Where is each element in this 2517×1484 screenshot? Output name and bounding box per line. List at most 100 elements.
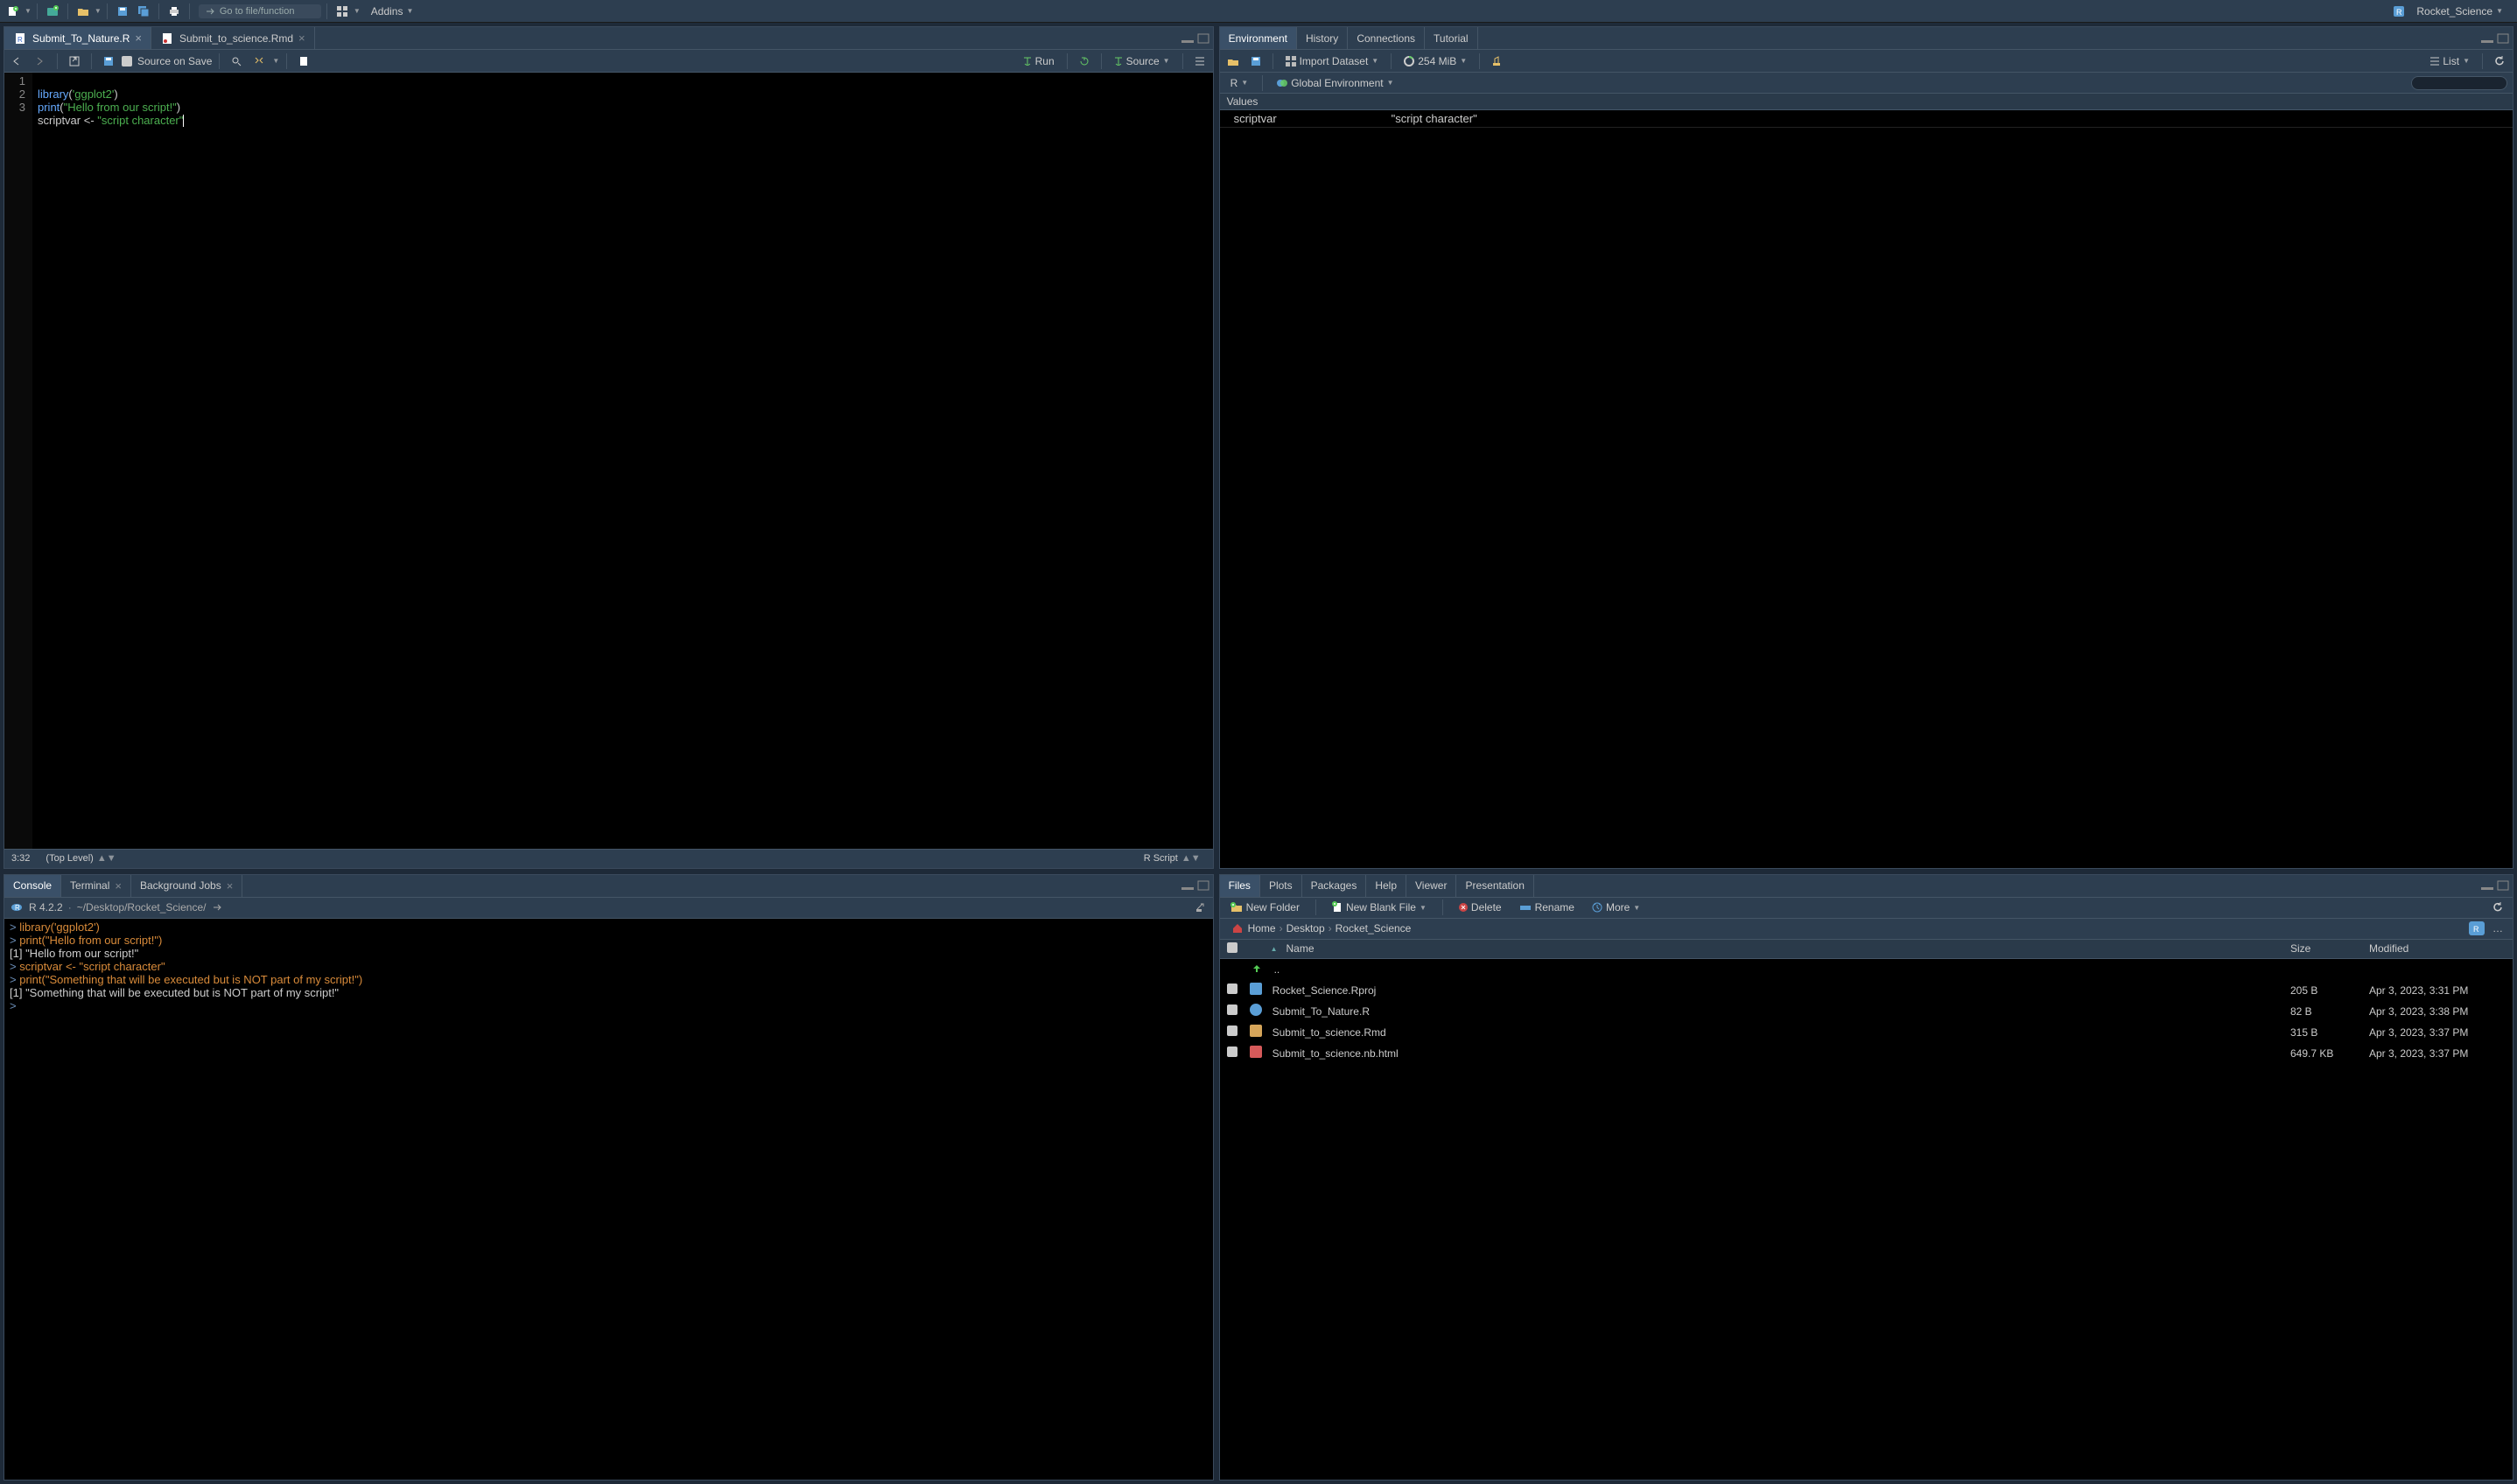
file-row[interactable]: Submit_to_science.nb.html649.7 KBApr 3, … — [1220, 1043, 2513, 1064]
file-checkbox[interactable] — [1227, 1004, 1237, 1015]
tab-history[interactable]: History — [1297, 27, 1348, 49]
save-all-icon[interactable] — [134, 3, 153, 20]
addins-menu[interactable]: Addins▼ — [362, 3, 423, 20]
filetype-selector[interactable]: R Script ▲▼ — [1139, 851, 1206, 865]
find-icon[interactable] — [227, 52, 246, 70]
show-in-new-window-icon[interactable] — [65, 52, 84, 70]
file-name[interactable]: Submit_To_Nature.R — [1273, 1005, 1370, 1018]
outline-icon[interactable] — [1190, 52, 1209, 70]
close-tab-icon[interactable]: × — [135, 32, 142, 45]
breadcrumb-desktop[interactable]: Desktop — [1287, 922, 1325, 934]
tab-submit-to-nature[interactable]: R Submit_To_Nature.R × — [4, 27, 151, 49]
forward-icon[interactable] — [31, 52, 50, 70]
file-checkbox[interactable] — [1227, 1026, 1237, 1036]
back-icon[interactable] — [8, 52, 27, 70]
tab-submit-to-science[interactable]: Submit_to_science.Rmd × — [151, 27, 315, 49]
col-name[interactable]: ▲Name — [1266, 942, 2285, 955]
tab-terminal[interactable]: Terminal× — [61, 875, 131, 897]
goto-file-function[interactable]: Go to file/function — [199, 4, 321, 18]
load-workspace-icon[interactable] — [1223, 52, 1243, 70]
tab-help[interactable]: Help — [1366, 875, 1406, 897]
grid-icon[interactable] — [333, 3, 352, 20]
source-button[interactable]: Source ▼ — [1109, 53, 1175, 69]
save-workspace-icon[interactable] — [1246, 52, 1266, 70]
file-row[interactable]: Rocket_Science.Rproj205 BApr 3, 2023, 3:… — [1220, 980, 2513, 1001]
maximize-pane-icon[interactable] — [2497, 880, 2509, 891]
tab-environment[interactable]: Environment — [1220, 27, 1297, 49]
rename-button[interactable]: Rename — [1514, 900, 1580, 915]
file-row[interactable]: Submit_to_science.Rmd315 BApr 3, 2023, 3… — [1220, 1022, 2513, 1043]
import-dataset-button[interactable]: Import Dataset▼ — [1280, 53, 1385, 69]
tab-tutorial[interactable]: Tutorial — [1425, 27, 1478, 49]
file-row[interactable]: Submit_To_Nature.R82 BApr 3, 2023, 3:38 … — [1220, 1001, 2513, 1022]
save-icon[interactable] — [113, 3, 132, 20]
close-tab-icon[interactable]: × — [227, 879, 234, 892]
minimize-pane-icon[interactable] — [2481, 880, 2493, 891]
memory-usage[interactable]: 254 MiB▼ — [1399, 53, 1472, 69]
panes-caret[interactable]: ▼ — [354, 7, 361, 15]
maximize-pane-icon[interactable] — [1197, 880, 1209, 891]
tab-plots[interactable]: Plots — [1260, 875, 1302, 897]
close-tab-icon[interactable]: × — [298, 32, 305, 45]
code-tools-icon[interactable] — [249, 52, 269, 70]
language-selector[interactable]: R▼ — [1225, 75, 1254, 91]
new-blank-file-button[interactable]: New Blank File▼ — [1327, 900, 1432, 915]
source-on-save-checkbox[interactable] — [122, 56, 132, 66]
run-button[interactable]: Run — [1018, 53, 1060, 69]
minimize-pane-icon[interactable] — [1181, 880, 1194, 891]
minimize-pane-icon[interactable] — [1181, 33, 1194, 44]
tab-presentation[interactable]: Presentation — [1456, 875, 1533, 897]
tab-packages[interactable]: Packages — [1302, 875, 1367, 897]
refresh-files-icon[interactable] — [2488, 899, 2507, 916]
tab-console[interactable]: Console — [4, 875, 61, 897]
select-all-checkbox[interactable] — [1227, 942, 1237, 953]
clear-console-icon[interactable] — [1194, 900, 1208, 914]
new-folder-button[interactable]: New Folder — [1225, 900, 1305, 915]
file-name[interactable]: Submit_to_science.nb.html — [1273, 1047, 1399, 1060]
save-source-icon[interactable] — [99, 52, 118, 70]
open-file-icon[interactable] — [74, 3, 93, 20]
new-file-caret[interactable]: ▼ — [25, 7, 32, 15]
env-search-input[interactable] — [2411, 76, 2507, 90]
console-output[interactable]: > library('ggplot2')> print("Hello from … — [4, 919, 1213, 1480]
maximize-pane-icon[interactable] — [1197, 33, 1209, 44]
tab-connections[interactable]: Connections — [1348, 27, 1425, 49]
more-path-icon[interactable]: … — [2488, 920, 2507, 937]
print-icon[interactable] — [165, 3, 184, 20]
refresh-env-icon[interactable] — [2490, 52, 2509, 70]
wd-popout-icon[interactable] — [211, 900, 225, 914]
close-tab-icon[interactable]: × — [115, 879, 122, 892]
file-checkbox[interactable] — [1227, 1046, 1237, 1057]
parent-directory[interactable]: .. — [1220, 959, 2513, 980]
file-checkbox[interactable] — [1227, 984, 1237, 994]
home-icon[interactable] — [1230, 921, 1244, 935]
breadcrumb-project[interactable]: Rocket_Science — [1336, 922, 1412, 934]
scope-selector[interactable]: Global Environment▼ — [1272, 75, 1399, 91]
scope-selector[interactable]: (Top Level) ▲▼ — [40, 851, 121, 865]
env-view-mode[interactable]: List▼ — [2425, 53, 2475, 69]
clear-objects-icon[interactable] — [1487, 52, 1506, 70]
tab-background-jobs[interactable]: Background Jobs× — [131, 875, 242, 897]
tab-viewer[interactable]: Viewer — [1406, 875, 1456, 897]
file-name[interactable]: Rocket_Science.Rproj — [1273, 984, 1377, 997]
open-recent-caret[interactable]: ▼ — [95, 7, 102, 15]
col-size[interactable]: Size — [2285, 942, 2364, 955]
breadcrumb-home[interactable]: Home — [1248, 922, 1276, 934]
env-variable-row[interactable]: scriptvar"script character" — [1220, 110, 2513, 128]
delete-button[interactable]: Delete — [1454, 900, 1507, 915]
env-search[interactable] — [2411, 76, 2507, 90]
project-menu[interactable]: Rocket_Science▼ — [2411, 4, 2508, 19]
col-modified[interactable]: Modified — [2364, 942, 2513, 955]
new-file-icon[interactable] — [4, 3, 23, 20]
code-editor[interactable]: 123 library('ggplot2') print("Hello from… — [4, 73, 1213, 849]
compile-report-icon[interactable] — [294, 52, 313, 70]
maximize-pane-icon[interactable] — [2497, 33, 2509, 44]
working-directory[interactable]: ~/Desktop/Rocket_Science/ — [77, 901, 207, 914]
more-button[interactable]: More▼ — [1587, 900, 1645, 915]
goto-project-dir-icon[interactable]: R — [2469, 921, 2485, 935]
minimize-pane-icon[interactable] — [2481, 33, 2493, 44]
rerun-icon[interactable] — [1075, 52, 1094, 70]
new-project-icon[interactable] — [43, 3, 62, 20]
tab-files[interactable]: Files — [1220, 875, 1260, 897]
file-name[interactable]: Submit_to_science.Rmd — [1273, 1026, 1386, 1039]
